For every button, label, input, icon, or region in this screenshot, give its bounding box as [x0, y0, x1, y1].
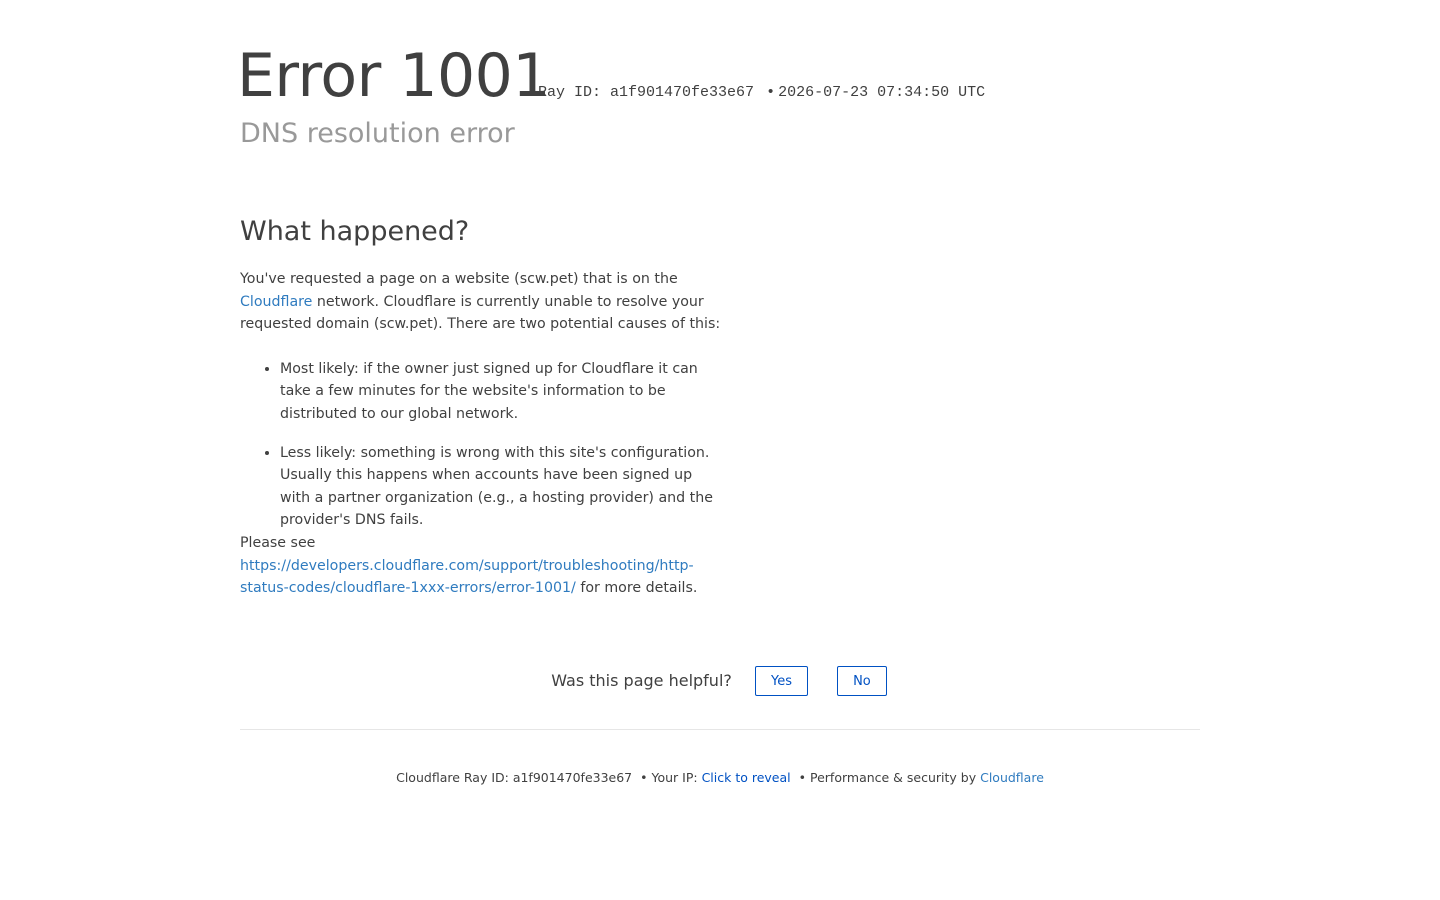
footer-bullet: • — [798, 770, 806, 785]
intro-text-after: network. Cloudflare is currently unable … — [240, 293, 721, 333]
reveal-ip-button[interactable]: Click to reveal — [702, 770, 791, 785]
footer-ray-id: Cloudflare Ray ID: a1f901470fe33e67 — [396, 770, 633, 785]
feedback-section: Was this page helpful? Yes No — [240, 664, 1200, 697]
error-page: Error 1001 Ray ID: a1f901470fe33e67 • 202… — [237, 0, 1200, 785]
see-suffix: for more details. — [575, 580, 698, 597]
list-item: Less likely: something is wrong with thi… — [280, 442, 722, 532]
cloudflare-link[interactable]: Cloudflare — [240, 294, 312, 310]
no-button[interactable]: No — [837, 665, 887, 696]
feedback-question: Was this page helpful? — [551, 670, 732, 690]
footer: Cloudflare Ray ID: a1f901470fe33e67 • You… — [240, 769, 1200, 787]
ray-id-line: Ray ID: a1f901470fe33e67 • 2026-07-23 07:… — [538, 83, 985, 103]
what-happened-section: What happened? You've requested a page o… — [240, 212, 722, 600]
list-item: Most likely: if the owner just signed up… — [280, 358, 722, 426]
causes-list: Most likely: if the owner just signed up… — [240, 358, 722, 532]
footer-cloudflare-link[interactable]: Cloudflare — [980, 770, 1044, 785]
timestamp: 2026-07-23 07:34:50 UTC — [778, 84, 986, 101]
intro-text-before: You've requested a page on a website (sc… — [240, 271, 678, 287]
perf-label: Performance & security by — [810, 770, 981, 785]
ray-bullet: • — [766, 84, 776, 101]
yes-button[interactable]: Yes — [754, 665, 808, 696]
error-subtitle: DNS resolution error — [240, 118, 515, 149]
footer-divider — [240, 729, 1200, 730]
section-heading: What happened? — [240, 216, 470, 247]
see-prefix: Please see — [240, 534, 316, 551]
error-title: Error 1001 — [237, 41, 551, 111]
footer-bullet: • — [640, 770, 648, 785]
ip-label: Your IP: — [651, 770, 702, 785]
error-header: Error 1001 Ray ID: a1f901470fe33e67 • 202… — [237, 0, 1200, 149]
see-more-paragraph: Please see https://developers.cloudflare.… — [240, 532, 722, 600]
intro-paragraph: You've requested a page on a website (sc… — [240, 268, 722, 336]
ray-id: Ray ID: a1f901470fe33e67 — [538, 84, 755, 101]
